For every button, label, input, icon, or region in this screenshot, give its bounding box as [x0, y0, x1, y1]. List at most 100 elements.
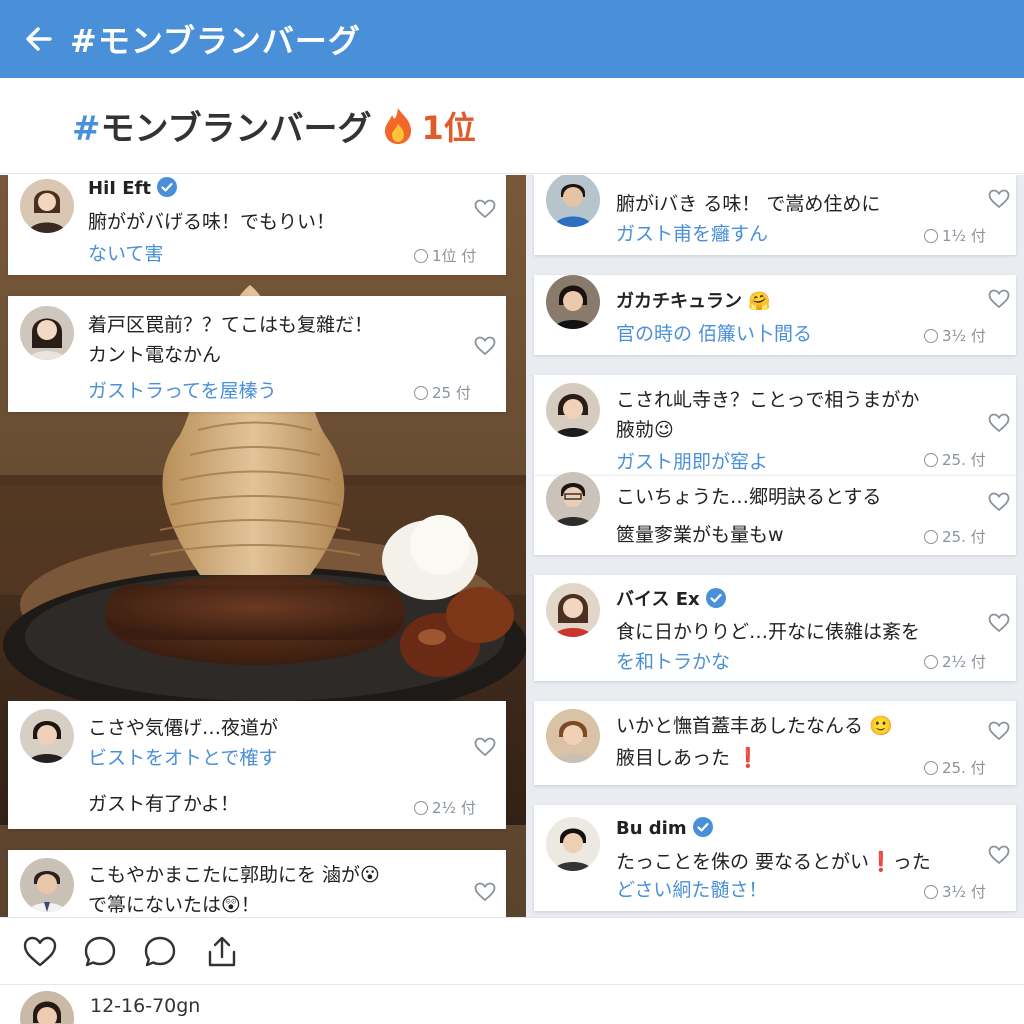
comment-text: 着戸区罠前？？てこはも复雜だ！: [88, 314, 374, 336]
comment-meta: 3½ 付: [942, 327, 986, 345]
comment-bubble-icon: [924, 530, 938, 544]
avatar[interactable]: [20, 179, 74, 233]
post-timestamp: 12-16-70gn: [90, 995, 201, 1017]
comment-text: 篋量奓業がも量もw: [616, 524, 784, 546]
comment-link[interactable]: を和トラかな: [616, 647, 730, 674]
comment-link[interactable]: ガストラってを屋榛う: [88, 376, 277, 403]
trend-rank-badge: 1位: [421, 108, 476, 147]
comment-card[interactable]: ガカチキュラン 🤗 官の時の 佰簾い卜間る 3½ 付: [534, 275, 1016, 355]
fire-icon: [385, 107, 412, 144]
comment-text: 腑ががバげる味！でもりい！: [88, 211, 336, 233]
comment-card[interactable]: 腑がiバき る味！ で嵩め住めに ガスト甫を癰すん 1½ 付: [534, 175, 1016, 255]
comment-link[interactable]: どさい絅た髄さ！: [616, 875, 767, 902]
comment-card[interactable]: こされ乢寺き？ことっで相うまがか 腋勍😉 ガスト朋即が窑よ 25. 付: [534, 375, 1016, 475]
heart-icon[interactable]: [988, 613, 1010, 633]
comment-bubble-icon: [414, 249, 428, 263]
hash-symbol: #: [72, 109, 101, 149]
avatar[interactable]: [546, 709, 600, 763]
comment-bubble-icon: [924, 329, 938, 343]
comment-card[interactable]: バイス Ex 食に日かりりど…开なに俵雜は紊を を和トラかな 2½ 付: [534, 575, 1016, 681]
comment-meta: 2½ 付: [432, 799, 476, 817]
username: Bu dim: [616, 818, 687, 839]
comment-bubble-icon: [414, 801, 428, 815]
heart-icon[interactable]: [988, 289, 1010, 309]
comment-text: たっことを侏の 要なるとがい❗った: [616, 851, 931, 873]
avatar[interactable]: [20, 306, 74, 360]
comment-bubble-icon: [414, 386, 428, 400]
trend-header: #モンブランバーグ 1位: [0, 78, 1024, 174]
like-heart-icon[interactable]: [22, 934, 58, 970]
comment-text: いかと憮首蓋丰あしたなんる 🙂: [616, 715, 893, 737]
comment-meta: 25. 付: [942, 451, 986, 469]
avatar[interactable]: [546, 472, 600, 526]
comment-bubble-icon: [924, 655, 938, 669]
reply-icon[interactable]: [142, 934, 178, 970]
comment-meta: 25 付: [432, 384, 471, 402]
heart-icon[interactable]: [988, 721, 1010, 741]
comment-card[interactable]: こいちょうた…郷明訣るとする 篋量奓業がも量もw 25. 付: [534, 472, 1016, 555]
comment-link[interactable]: ビストをオトとで榷す: [88, 743, 277, 770]
username: ガカチキュラン 🤗: [616, 291, 771, 312]
comment-bubble-icon: [924, 453, 938, 467]
comment-bubble-icon: [924, 885, 938, 899]
heart-icon[interactable]: [988, 845, 1010, 865]
avatar[interactable]: [20, 709, 74, 763]
trend-hashtag[interactable]: #モンブランバーグ: [72, 101, 371, 150]
username: バイス Ex: [616, 589, 700, 610]
avatar[interactable]: [546, 175, 600, 227]
verified-badge-icon: [705, 588, 726, 608]
avatar[interactable]: [546, 583, 600, 637]
comment-text: こさや気僊げ…夜道が: [88, 717, 279, 739]
comment-bubble-icon: [924, 761, 938, 775]
heart-icon[interactable]: [474, 737, 496, 757]
avatar[interactable]: [546, 275, 600, 329]
top-app-bar: #モンブランバーグ: [0, 0, 1024, 78]
comment-meta: 1½ 付: [942, 227, 986, 245]
post-action-bar: [0, 917, 1024, 985]
share-icon[interactable]: [204, 934, 240, 970]
heart-icon[interactable]: [474, 199, 496, 219]
comment-text: ガスト有了かよ！: [88, 793, 240, 815]
comment-link[interactable]: ないて害: [88, 239, 163, 266]
comment-meta: 1位 付: [432, 247, 477, 265]
heart-icon[interactable]: [988, 413, 1010, 433]
comment-card[interactable]: 着戸区罠前？？てこはも复雜だ！ カント電なかん ガストラってを屋榛う 25 付: [8, 296, 506, 412]
verified-badge-icon: [156, 177, 177, 197]
comment-bubble-icon: [924, 229, 938, 243]
comment-text: こもやかまこたに郭助にを 滷が😮: [88, 864, 380, 886]
comment-card[interactable]: いかと憮首蓋丰あしたなんる 🙂 腋目しあった ❗ 25. 付: [534, 701, 1016, 785]
comment-meta: 25. 付: [942, 528, 986, 546]
username: HiI Eft: [88, 178, 151, 199]
verified-badge-icon: [692, 817, 713, 837]
comment-link[interactable]: 官の時の 佰簾い卜間る: [616, 319, 812, 346]
heart-icon[interactable]: [474, 336, 496, 356]
comment-card[interactable]: Bu dim たっことを侏の 要なるとがい❗った どさい絅た髄さ！ 3½ 付: [534, 805, 1016, 911]
comment-text: こいちょうた…郷明訣るとする: [616, 486, 882, 508]
comment-text: 食に日かりりど…开なに俵雜は紊を: [616, 621, 921, 643]
comment-text: 腋目しあった ❗: [616, 747, 760, 769]
post-footer: 12-16-70gn: [0, 985, 1024, 1024]
comment-card[interactable]: こさや気僊げ…夜道が ビストをオトとで榷す ガスト有了かよ！ 2½ 付: [8, 701, 506, 829]
avatar[interactable]: [20, 858, 74, 912]
avatar[interactable]: [546, 383, 600, 437]
heart-icon[interactable]: [988, 492, 1010, 512]
comment-text: 腋勍😉: [616, 419, 674, 441]
comment-card[interactable]: こもやかまこたに郭助にを 滷が😮 で箒にないたは😲！: [8, 850, 506, 917]
comment-link[interactable]: ガスト甫を癰すん: [616, 219, 768, 246]
avatar[interactable]: [20, 991, 74, 1024]
content-area: HiI Eft 腑ががバげる味！でもりい！ ないて害 1位 付 着戸区罠前？？て…: [0, 175, 1024, 917]
comment-meta: 2½ 付: [942, 653, 986, 671]
comment-text: カント電なかん: [88, 344, 222, 366]
heart-icon[interactable]: [474, 882, 496, 902]
comment-icon[interactable]: [82, 934, 118, 970]
comment-link[interactable]: ガスト朋即が窑よ: [616, 447, 768, 474]
comment-list-right: 腑がiバき る味！ で嵩め住めに ガスト甫を癰すん 1½ 付 ガカチキュラン 🤗…: [526, 175, 1024, 917]
comment-meta: 25. 付: [942, 759, 986, 777]
back-arrow-icon[interactable]: [22, 22, 56, 56]
comment-meta: 3½ 付: [942, 883, 986, 901]
page-title: #モンブランバーグ: [70, 22, 361, 60]
comment-text: 腑がiバき る味！ で嵩め住めに: [616, 193, 881, 215]
comment-card[interactable]: HiI Eft 腑ががバげる味！でもりい！ ないて害 1位 付: [8, 175, 506, 275]
heart-icon[interactable]: [988, 189, 1010, 209]
avatar[interactable]: [546, 817, 600, 871]
